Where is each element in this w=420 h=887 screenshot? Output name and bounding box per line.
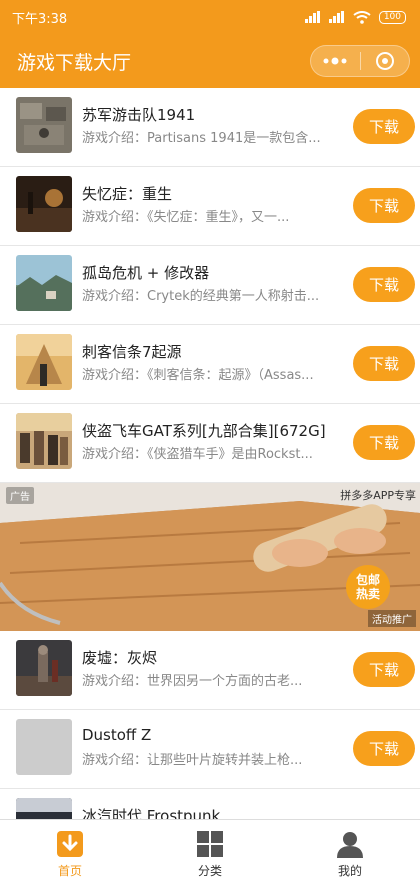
game-thumbnail bbox=[16, 255, 72, 311]
game-description: 游戏介绍：世界因另一个方面的古老... bbox=[82, 674, 303, 689]
game-list: 苏军游击队1941 游戏介绍：Partisans 1941是一款包含... 下载… bbox=[0, 88, 420, 868]
download-button[interactable]: 下载 bbox=[353, 346, 415, 381]
header-bar: 下午3:38 100 游戏下载大厅 bbox=[0, 0, 420, 88]
game-title: 孤岛危机 + 修改器 bbox=[82, 264, 210, 282]
user-profile-icon bbox=[337, 832, 363, 858]
game-item[interactable]: Dustoff Z 游戏介绍：让那些叶片旋转并装上枪... 下载 bbox=[0, 710, 420, 789]
status-bar: 下午3:38 100 bbox=[0, 0, 420, 34]
game-title: 废墟：灰烬 bbox=[82, 649, 158, 667]
game-item[interactable]: 失忆症：重生 游戏介绍：《失忆症：重生》，又一... 下载 bbox=[0, 167, 420, 246]
game-thumbnail bbox=[16, 176, 72, 232]
ad-badge-line2: 热卖 bbox=[355, 587, 380, 601]
download-button[interactable]: 下载 bbox=[353, 267, 415, 302]
target-circle-icon[interactable] bbox=[361, 46, 410, 76]
status-icons: 100 bbox=[304, 10, 406, 24]
ad-promo-label: 活动推广 bbox=[368, 610, 416, 627]
tab-category-label: 分类 bbox=[197, 864, 222, 878]
game-title: 失忆症：重生 bbox=[82, 185, 173, 203]
download-button[interactable]: 下载 bbox=[353, 109, 415, 144]
ad-image bbox=[0, 483, 420, 631]
tab-mine[interactable]: 我的 bbox=[280, 820, 420, 887]
game-item[interactable]: 侠盗飞车GAT系列[九部合集][672G] 游戏介绍：《侠盗猎车手》是由Rock… bbox=[0, 404, 420, 483]
game-description: 游戏介绍：Partisans 1941是一款包含... bbox=[82, 131, 321, 146]
tab-category[interactable]: 分类 bbox=[140, 820, 280, 887]
miniapp-capsule bbox=[310, 45, 410, 77]
download-button[interactable]: 下载 bbox=[353, 188, 415, 223]
game-title: Dustoff Z bbox=[82, 726, 152, 744]
tab-home-label: 首页 bbox=[57, 864, 82, 878]
tab-home[interactable]: 首页 bbox=[0, 820, 140, 887]
game-item[interactable]: 刺客信条7起源 游戏介绍：《刺客信条：起源》（Assas... 下载 bbox=[0, 325, 420, 404]
game-thumbnail bbox=[16, 640, 72, 696]
game-title: 侠盗飞车GAT系列[九部合集][672G] bbox=[82, 422, 326, 440]
game-description: 游戏介绍：《刺客信条：起源》（Assas... bbox=[82, 368, 314, 383]
ad-label: 广告 bbox=[6, 487, 34, 504]
game-description: 游戏介绍：Crytek的经典第一人称射击... bbox=[82, 289, 320, 304]
status-time: 下午3:38 bbox=[12, 11, 68, 27]
game-item[interactable]: 苏军游击队1941 游戏介绍：Partisans 1941是一款包含... 下载 bbox=[0, 88, 420, 167]
signal-icon-2 bbox=[328, 11, 344, 23]
game-title: 苏军游击队1941 bbox=[82, 106, 196, 124]
download-button[interactable]: 下载 bbox=[353, 425, 415, 460]
game-item[interactable]: 孤岛危机 + 修改器 游戏介绍：Crytek的经典第一人称射击... 下载 bbox=[0, 246, 420, 325]
wifi-icon bbox=[353, 10, 371, 24]
more-dots-icon[interactable] bbox=[311, 46, 360, 76]
download-home-icon bbox=[57, 831, 83, 857]
grid-category-icon bbox=[197, 831, 223, 857]
game-thumbnail bbox=[16, 413, 72, 469]
ad-badge-line1: 包邮 bbox=[355, 573, 380, 587]
tab-mine-label: 我的 bbox=[337, 864, 362, 878]
game-thumbnail bbox=[16, 334, 72, 390]
download-button[interactable]: 下载 bbox=[353, 652, 415, 687]
bottom-tab-bar: 首页 分类 我的 bbox=[0, 819, 420, 887]
ad-banner[interactable]: 广告 拼多多APP专享 包邮 热卖 活动推广 bbox=[0, 483, 420, 631]
battery-icon: 100 bbox=[378, 10, 406, 24]
signal-icon bbox=[304, 11, 320, 23]
game-thumbnail bbox=[16, 97, 72, 153]
page-title: 游戏下载大厅 bbox=[17, 51, 132, 74]
game-description: 游戏介绍：《失忆症：重生》，又一... bbox=[82, 210, 290, 225]
game-title: 刺客信条7起源 bbox=[82, 343, 182, 361]
ad-source: 拼多多APP专享 bbox=[340, 489, 416, 502]
ad-badge: 包邮 热卖 bbox=[352, 573, 384, 601]
game-item[interactable]: 废墟：灰烬 游戏介绍：世界因另一个方面的古老... 下载 bbox=[0, 631, 420, 710]
game-thumbnail bbox=[16, 719, 72, 775]
download-button[interactable]: 下载 bbox=[353, 731, 415, 766]
game-description: 游戏介绍：《侠盗猎车手》是由Rockst... bbox=[82, 447, 313, 462]
game-description: 游戏介绍：让那些叶片旋转并装上枪... bbox=[82, 753, 303, 768]
